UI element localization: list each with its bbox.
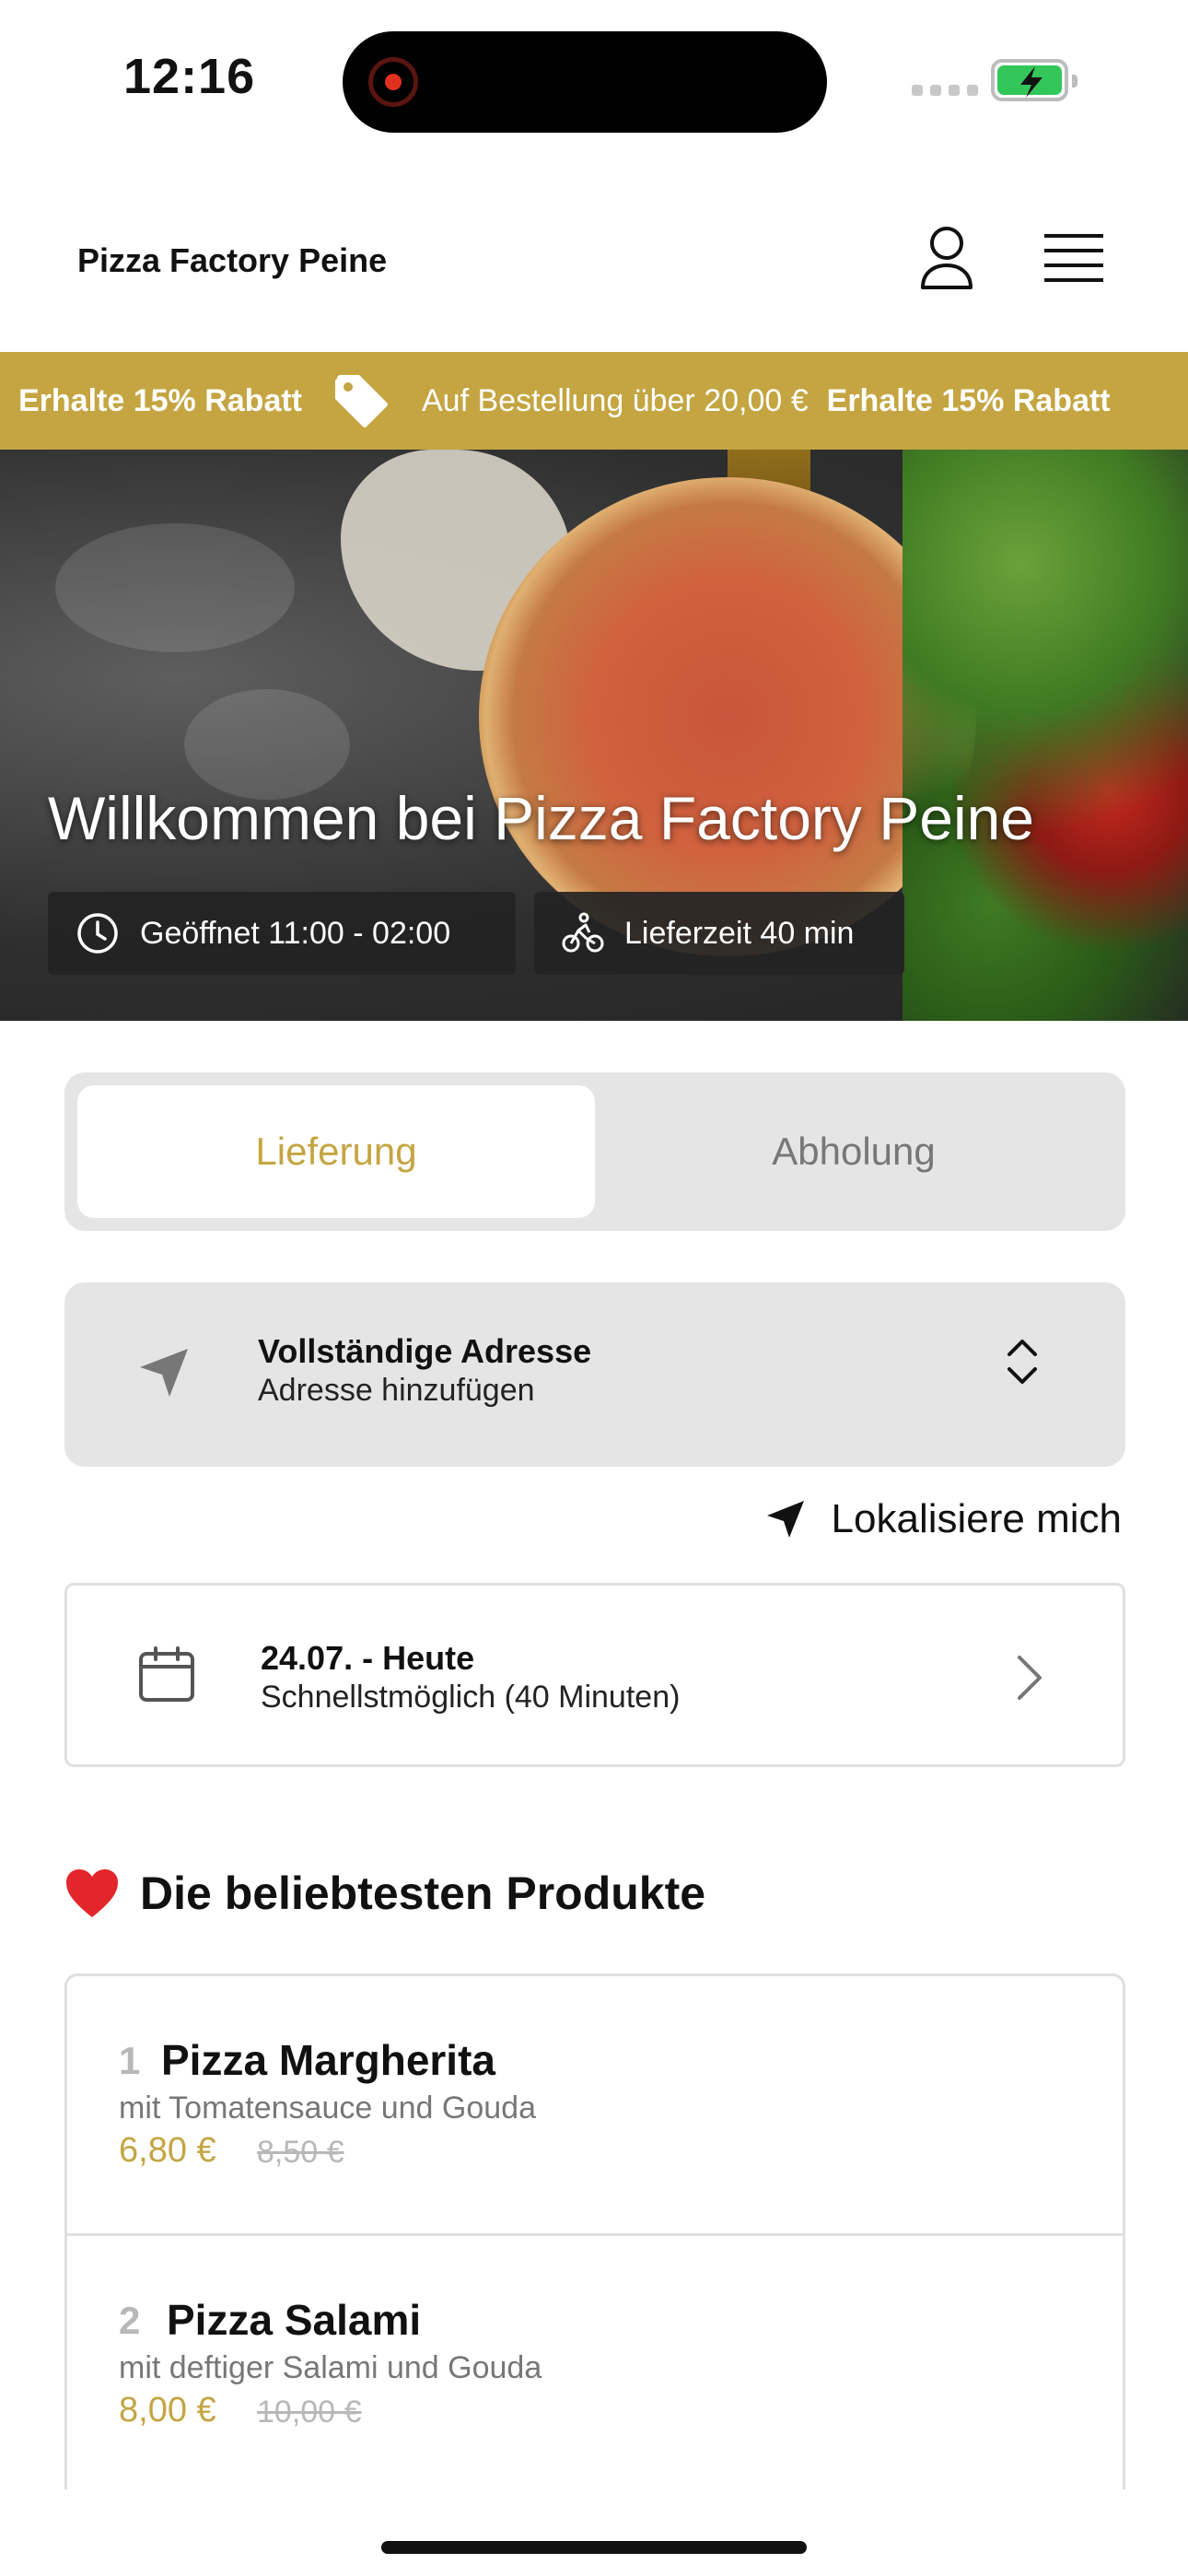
product-item[interactable]: 2 Pizza Salami mit deftiger Salami und G… (67, 2236, 1123, 2489)
address-subtitle: Adresse hinzufügen (258, 1373, 535, 1408)
product-item[interactable]: 1 Pizza Margherita mit Tomatensauce und … (67, 1976, 1123, 2236)
recording-indicator-icon (368, 57, 418, 107)
bicycle-courier-icon (562, 912, 604, 953)
signal-icon (912, 85, 978, 96)
product-description: mit deftiger Salami und Gouda (119, 2350, 542, 2385)
opening-hours-badge: Geöffnet 11:00 - 02:00 (48, 892, 516, 975)
battery-icon (991, 59, 1077, 101)
product-rank: 2 (119, 2299, 141, 2342)
chevron-up-down-icon (1007, 1340, 1037, 1384)
hero-banner: Willkommen bei Pizza Factory Peine Geöff… (0, 450, 1188, 1021)
product-price: 8,00 € (119, 2391, 216, 2430)
schedule-selector[interactable]: 24.07. - Heute Schnellstmöglich (40 Minu… (64, 1583, 1125, 1767)
product-old-price: 8,50 € (257, 2135, 344, 2170)
order-mode-toggle: Lieferung Abholung (64, 1072, 1125, 1231)
hero-title: Willkommen bei Pizza Factory Peine (48, 784, 1035, 852)
product-price: 6,80 € (119, 2131, 216, 2170)
locate-me-label: Lokalisiere mich (831, 1496, 1122, 1541)
tab-pickup[interactable]: Abholung (595, 1085, 1112, 1218)
product-description: mit Tomatensauce und Gouda (119, 2090, 536, 2125)
schedule-time: Schnellstmöglich (40 Minuten) (261, 1680, 681, 1715)
price-tag-icon (335, 375, 388, 427)
schedule-date: 24.07. - Heute (261, 1639, 475, 1677)
product-name: Pizza Margherita (161, 2036, 495, 2084)
hero-image-detail (903, 450, 1188, 1021)
status-bar: 12:16 (0, 0, 1188, 166)
product-old-price: 10,00 € (257, 2395, 362, 2430)
location-arrow-icon (140, 1349, 188, 1397)
hero-image-detail (55, 523, 295, 652)
tab-delivery[interactable]: Lieferung (77, 1085, 595, 1218)
chevron-right-icon (1018, 1656, 1042, 1700)
app-header: Pizza Factory Peine (0, 184, 1188, 350)
brand-title[interactable]: Pizza Factory Peine (77, 241, 387, 280)
promo-condition-text: Auf Bestellung über 20,00 € (422, 382, 809, 418)
heart-icon (66, 1869, 118, 1917)
status-time: 12:16 (123, 49, 256, 104)
delivery-time-text: Lieferzeit 40 min (624, 915, 855, 951)
product-name: Pizza Salami (167, 2296, 422, 2344)
opening-hours-text: Geöffnet 11:00 - 02:00 (140, 915, 451, 951)
product-rank: 1 (119, 2039, 141, 2082)
popular-products-list: 1 Pizza Margherita mit Tomatensauce und … (64, 1973, 1125, 2489)
locate-me-button[interactable]: Lokalisiere mich (765, 1496, 1122, 1542)
popular-products-heading: Die beliebtesten Produkte (64, 1867, 705, 1920)
delivery-time-badge: Lieferzeit 40 min (534, 892, 904, 975)
home-indicator[interactable] (381, 2541, 807, 2554)
location-arrow-icon (766, 1501, 804, 1538)
user-account-icon[interactable] (917, 225, 976, 291)
calendar-icon (139, 1646, 194, 1702)
hamburger-menu-icon[interactable] (1044, 230, 1103, 286)
address-selector[interactable]: Vollständige Adresse Adresse hinzufügen (64, 1282, 1125, 1467)
promo-bold-text-repeat: Erhalte 15% Rabatt (826, 382, 1111, 418)
popular-products-title: Die beliebtesten Produkte (140, 1868, 706, 1919)
clock-icon (77, 913, 118, 954)
promo-banner: Erhalte 15% Rabatt Auf Bestellung über 2… (0, 352, 1188, 450)
hero-pizza-image (479, 477, 976, 956)
address-title: Vollständige Adresse (258, 1332, 592, 1370)
promo-bold-text: Erhalte 15% Rabatt (18, 382, 302, 418)
